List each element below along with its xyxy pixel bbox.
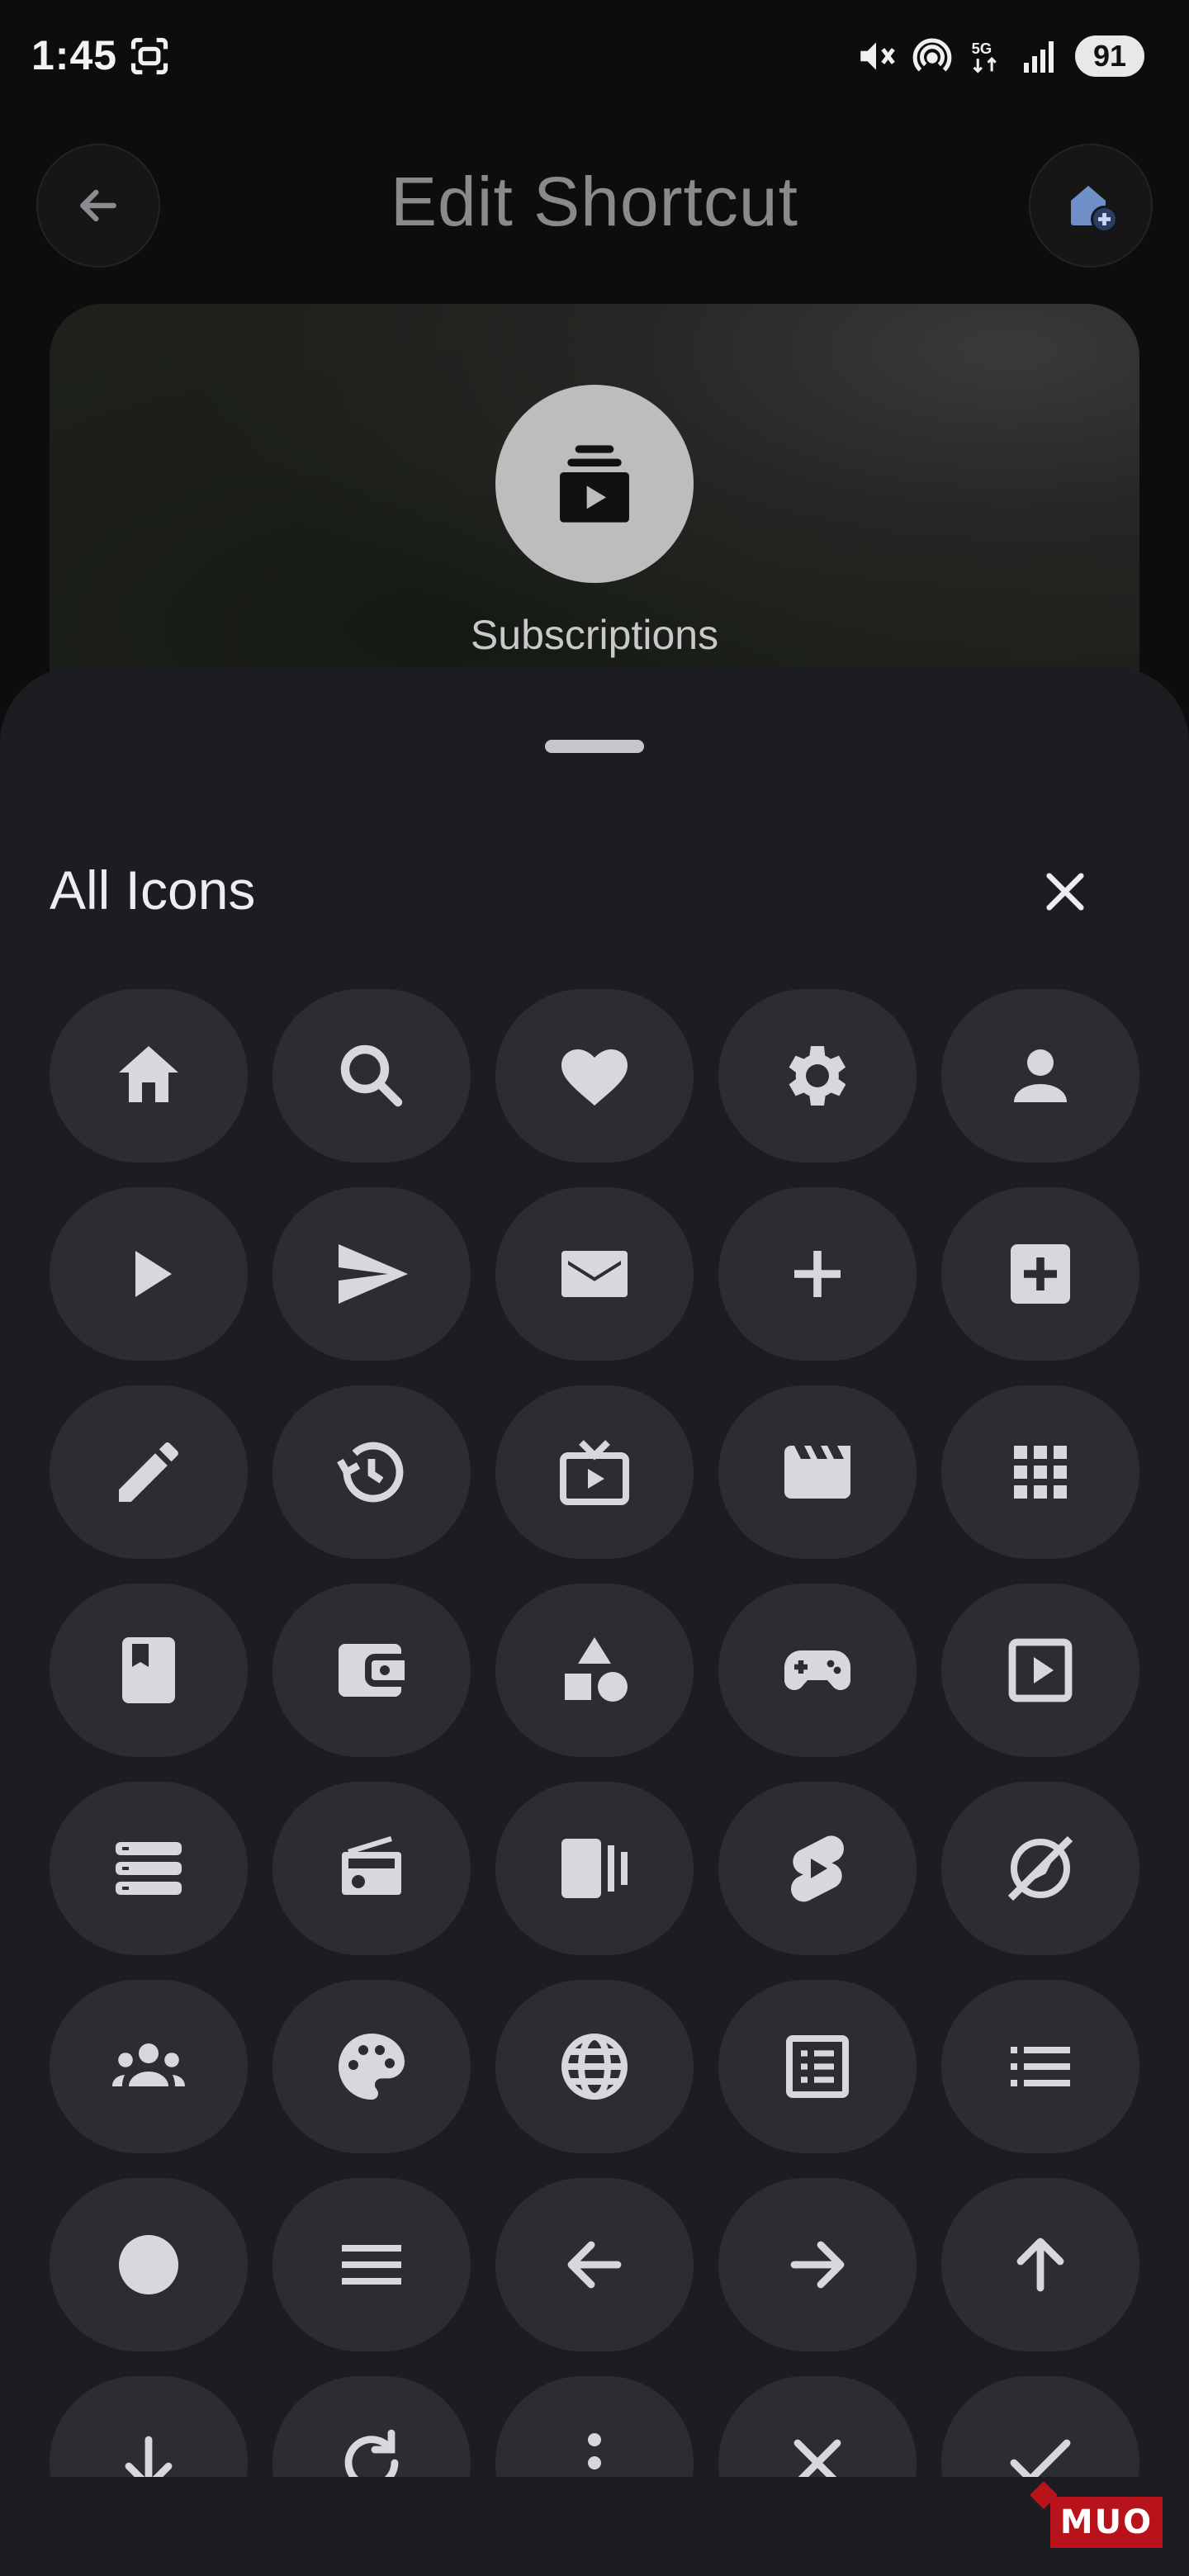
screen-record-icon <box>128 35 171 78</box>
add-to-home-icon <box>1071 186 1118 233</box>
icon-option-home[interactable] <box>50 989 248 1163</box>
subscriptions-icon <box>560 445 629 523</box>
icon-option-palette[interactable] <box>272 1980 471 2153</box>
groups-icon <box>112 2043 185 2086</box>
icon-option-add-box[interactable] <box>941 1187 1139 1361</box>
icon-option-play[interactable] <box>50 1187 248 1361</box>
settings-icon <box>789 1046 846 1106</box>
circle-icon <box>119 2235 178 2294</box>
search-icon <box>340 1044 403 1107</box>
palette-icon <box>339 2034 405 2100</box>
icon-option-gamepad[interactable] <box>718 1584 917 1757</box>
apps-icon <box>1014 1446 1067 1499</box>
status-bar: 1:45 5G 91 <box>0 0 1189 116</box>
icon-option-arrow-forward[interactable] <box>718 2178 917 2351</box>
explore-off-icon <box>1007 1835 1073 1901</box>
sheet-title: All Icons <box>50 859 256 921</box>
icon-option-book[interactable] <box>50 1584 248 1757</box>
list-icon <box>1011 2047 1070 2086</box>
icon-option-heart[interactable] <box>495 989 694 1163</box>
category-icon <box>565 1637 628 1702</box>
icon-option-storage[interactable] <box>50 1782 248 1955</box>
menu-icon <box>342 2245 401 2285</box>
arrow-upward-icon <box>1016 2237 1064 2292</box>
article-icon <box>786 2035 849 2098</box>
battery-indicator: 91 <box>1075 36 1144 77</box>
history-icon <box>337 1442 404 1503</box>
send-icon <box>339 1244 408 1304</box>
icon-option-arrow-upward[interactable] <box>941 2178 1139 2351</box>
icon-option-search[interactable] <box>272 989 471 1163</box>
mail-icon <box>561 1251 628 1297</box>
icon-option-radio[interactable] <box>272 1782 471 1955</box>
person-icon <box>1014 1049 1067 1102</box>
drag-handle[interactable] <box>545 740 644 753</box>
close-button[interactable] <box>1032 859 1098 925</box>
shortcut-preview-label: Subscriptions <box>470 612 719 658</box>
signal-icon <box>1024 41 1054 73</box>
movie-icon <box>784 1446 850 1499</box>
icon-option-settings[interactable] <box>718 989 917 1163</box>
edit-icon <box>119 1442 178 1502</box>
icon-option-mail[interactable] <box>495 1187 694 1361</box>
hotspot-icon <box>912 38 952 72</box>
icon-picker-sheet: All Icons <box>0 667 1189 2576</box>
icon-option-edit[interactable] <box>50 1385 248 1559</box>
add-to-home-button[interactable] <box>1029 144 1153 268</box>
icon-option-live-tv[interactable] <box>495 1385 694 1559</box>
mute-icon <box>860 42 895 70</box>
gamepad-icon <box>784 1650 850 1690</box>
icon-grid <box>50 989 1139 2550</box>
close-icon <box>1046 873 1084 911</box>
video-library-icon <box>561 1839 628 1898</box>
page-title: Edit Shortcut <box>391 163 798 240</box>
arrow-back-icon <box>567 2241 622 2289</box>
icon-option-slideshow[interactable] <box>941 1584 1139 1757</box>
icon-option-article[interactable] <box>718 1980 917 2153</box>
book-icon <box>122 1637 175 1703</box>
icon-option-category[interactable] <box>495 1584 694 1757</box>
home-icon <box>119 1046 178 1102</box>
wallet-icon <box>339 1644 405 1697</box>
system-navigation-bar <box>0 2477 1189 2576</box>
icon-option-history[interactable] <box>272 1385 471 1559</box>
icon-option-video-library[interactable] <box>495 1782 694 1955</box>
heart-icon <box>561 1049 628 1106</box>
status-time: 1:45 <box>31 32 118 78</box>
icon-option-wallet[interactable] <box>272 1584 471 1757</box>
icon-option-person[interactable] <box>941 989 1139 1163</box>
watermark-logo: MUO <box>1050 2497 1163 2548</box>
shortcut-preview-icon[interactable] <box>495 385 694 583</box>
icon-option-add[interactable] <box>718 1187 917 1361</box>
icon-option-menu[interactable] <box>272 2178 471 2351</box>
add-icon <box>794 1251 841 1297</box>
icon-option-send[interactable] <box>272 1187 471 1361</box>
status-icons: 5G 91 <box>855 31 1144 81</box>
icon-option-groups[interactable] <box>50 1980 248 2153</box>
icon-option-arrow-back[interactable] <box>495 2178 694 2351</box>
radio-icon <box>342 1835 401 1895</box>
slideshow-icon <box>1008 1638 1073 1702</box>
icon-option-movie[interactable] <box>718 1385 917 1559</box>
arrow-forward-icon <box>790 2241 845 2289</box>
play-icon <box>135 1251 172 1297</box>
icon-option-shorts[interactable] <box>718 1782 917 1955</box>
icon-option-explore-off[interactable] <box>941 1782 1139 1955</box>
add-box-icon <box>1011 1244 1070 1304</box>
icon-option-list[interactable] <box>941 1980 1139 2153</box>
network-type-icon: 5G <box>972 40 997 73</box>
storage-icon <box>116 1842 182 1895</box>
globe-icon <box>561 2034 628 2100</box>
shorts-icon <box>791 1835 844 1902</box>
icon-option-circle[interactable] <box>50 2178 248 2351</box>
svg-text:5G: 5G <box>972 40 992 57</box>
icon-option-apps[interactable] <box>941 1385 1139 1559</box>
live-tv-icon <box>560 1440 629 1505</box>
icon-option-globe[interactable] <box>495 1980 694 2153</box>
